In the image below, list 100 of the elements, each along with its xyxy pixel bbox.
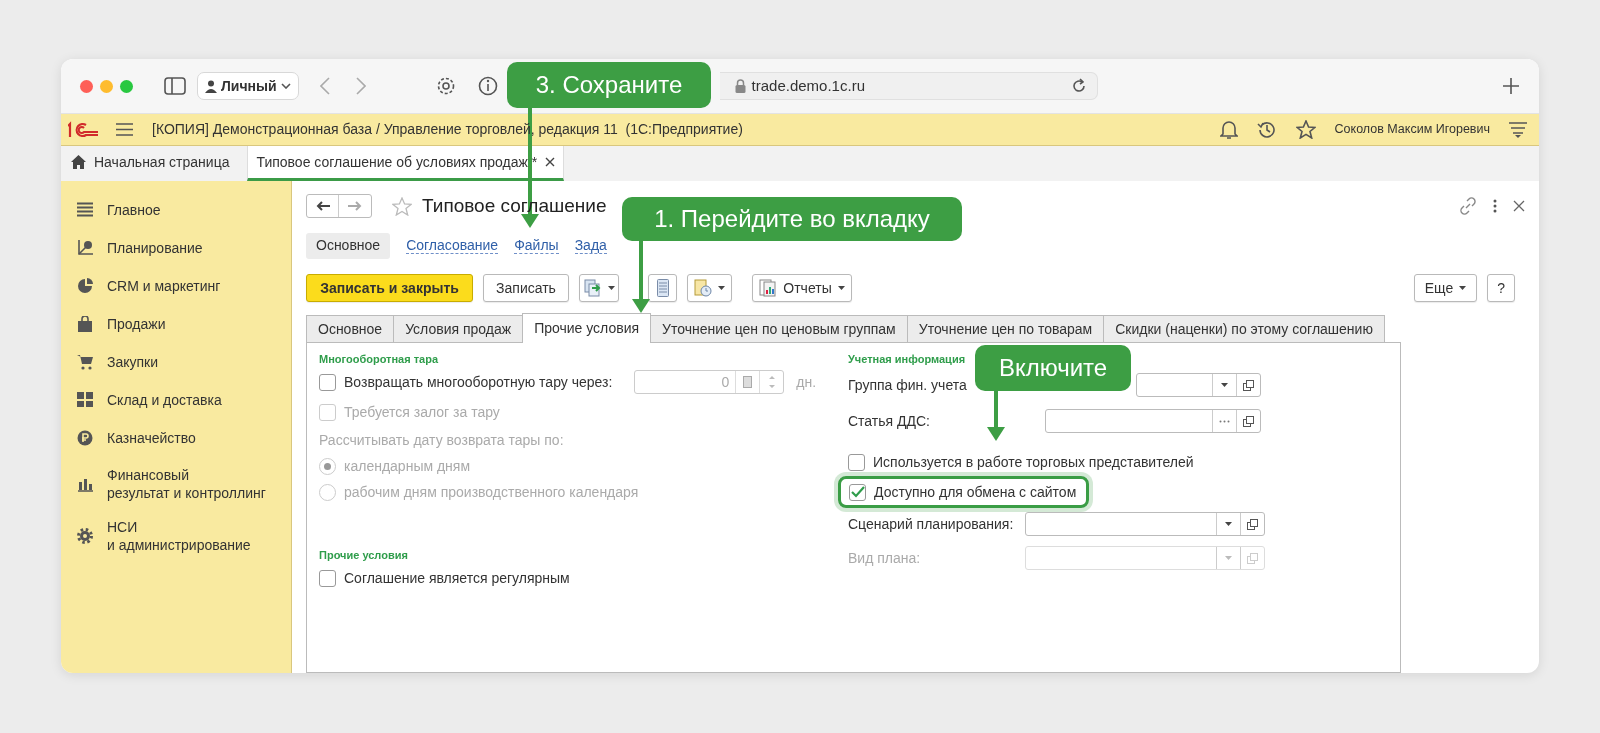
- sidebar-item[interactable]: Финансовый результат и контроллинг: [61, 459, 291, 509]
- form-tab[interactable]: Скидки (наценки) по этому соглашению: [1103, 315, 1385, 342]
- checkbox-label[interactable]: Используется в работе торговых представителей: [873, 451, 1194, 473]
- save-and-close-button[interactable]: Записать и закрыть: [306, 274, 473, 302]
- sidebar-item[interactable]: Закупки: [61, 343, 291, 381]
- settings-icon[interactable]: [435, 76, 456, 96]
- toolbar-button[interactable]: [687, 274, 732, 302]
- caret-icon: [1225, 556, 1232, 560]
- checkbox-label[interactable]: Соглашение является регулярным: [344, 567, 570, 589]
- toolbar-button[interactable]: Отчеты: [752, 274, 852, 302]
- logo-icon: [68, 120, 98, 139]
- report-icon: [759, 279, 778, 297]
- radio-label: рабочим дням производственного календаря: [344, 482, 639, 502]
- address-field[interactable]: trade.demo.1c.ru: [719, 72, 1098, 100]
- arrow-right-icon: [348, 201, 362, 211]
- toolbar-button[interactable]: [648, 274, 677, 302]
- maximize-window-button[interactable]: [120, 79, 133, 93]
- sidebar-item[interactable]: Казначейство: [61, 419, 291, 457]
- toolbar-button[interactable]: Записать: [483, 274, 569, 302]
- list-icon: [77, 202, 93, 218]
- unit-label: дн.: [796, 372, 817, 392]
- open-window-icon: [1247, 552, 1258, 564]
- arrow-left-icon: [315, 201, 330, 211]
- form-tab[interactable]: Прочие условия: [522, 313, 652, 343]
- sidebar-item[interactable]: Склад и доставка: [61, 381, 291, 419]
- section-title: Учетная информация: [848, 352, 967, 367]
- option-label: Рассчитывать дату возврата тары по:: [319, 430, 564, 450]
- checkbox[interactable]: [319, 373, 336, 391]
- list-icon: [656, 279, 669, 297]
- planning-chart-icon: [77, 240, 93, 256]
- coin-icon: [77, 430, 93, 446]
- form-tab[interactable]: Уточнение цен по товарам: [906, 315, 1105, 342]
- sidebar-item[interactable]: Главное: [61, 191, 291, 229]
- toolbar-button[interactable]: Еще: [1413, 274, 1478, 302]
- home-icon: [71, 155, 86, 169]
- info-icon[interactable]: [477, 76, 498, 96]
- link-icon[interactable]: [1459, 197, 1477, 215]
- form-tab[interactable]: Основное: [306, 315, 395, 342]
- profile-button[interactable]: Личный: [197, 72, 299, 100]
- open-window-icon: [1247, 518, 1258, 530]
- sidebar-item[interactable]: НСИ и администрирование: [61, 511, 291, 561]
- field-label: Группа фин. учета: [848, 375, 968, 395]
- open-window-icon: [1243, 415, 1254, 427]
- caret-icon: [1225, 522, 1232, 526]
- section-link[interactable]: Зада: [574, 237, 607, 255]
- checkbox[interactable]: [848, 453, 865, 471]
- sidebar-item[interactable]: Планирование: [61, 229, 291, 267]
- sidebar-icon[interactable]: [164, 77, 186, 95]
- checkbox-label[interactable]: Возвращать многооборотную тару через:: [344, 371, 613, 393]
- close-window-button[interactable]: [80, 79, 93, 93]
- section-link[interactable]: Согласование: [406, 237, 499, 255]
- field-label: Вид плана:: [848, 548, 922, 568]
- section-link[interactable]: Основное: [306, 233, 391, 259]
- panel-menu-icon[interactable]: [1509, 121, 1527, 138]
- checkbox[interactable]: [319, 569, 336, 587]
- callout: 3. Сохраните: [507, 62, 711, 108]
- document-clock-icon: [694, 279, 712, 297]
- select-field[interactable]: [1025, 512, 1265, 536]
- sidebar-item[interactable]: CRM и маркетинг: [61, 267, 291, 305]
- forward-icon[interactable]: [355, 77, 366, 95]
- new-tab-icon[interactable]: [1502, 78, 1519, 94]
- close-icon[interactable]: [545, 157, 556, 167]
- toolbar-button[interactable]: [579, 274, 619, 302]
- checkbox[interactable]: [849, 483, 866, 501]
- history-icon[interactable]: [1256, 119, 1277, 140]
- toolbar-button[interactable]: ?: [1487, 274, 1515, 302]
- pointer-arrow: [632, 241, 650, 313]
- user-name[interactable]: Соколов Максим Игоревич: [1334, 120, 1490, 139]
- number-field: 0: [634, 370, 785, 394]
- form-tab[interactable]: Условия продаж: [393, 315, 524, 342]
- form-tab[interactable]: Уточнение цен по ценовым группам: [650, 315, 908, 342]
- sidebar-item[interactable]: Продажи: [61, 305, 291, 343]
- close-icon[interactable]: [1513, 200, 1525, 212]
- callout: Включите: [975, 345, 1131, 391]
- field-label: Сценарий планирования:: [848, 514, 1015, 534]
- window-tab[interactable]: Начальная страница: [61, 146, 238, 181]
- star-icon[interactable]: [1295, 120, 1316, 139]
- checkbox-label: Требуется залог за тару: [344, 402, 500, 422]
- menu-icon[interactable]: [116, 123, 133, 136]
- pointer-arrow: [987, 391, 1005, 441]
- window-tab[interactable]: Типовое соглашение об условиях продаж *: [247, 146, 565, 181]
- section-title: Прочие условия: [319, 548, 409, 563]
- person-icon: [205, 79, 217, 93]
- caret-icon: [1221, 383, 1228, 387]
- select-field[interactable]: [1136, 373, 1261, 397]
- lock-icon: [734, 79, 746, 93]
- documents-arrow-icon: [583, 279, 602, 297]
- grid-icon: [77, 392, 93, 408]
- bar-chart-icon: [77, 476, 93, 492]
- reload-icon[interactable]: [1070, 78, 1087, 94]
- checkmark-icon: [850, 486, 865, 498]
- open-window-icon: [1243, 379, 1254, 391]
- radio-label: календарным дням: [344, 456, 471, 476]
- back-icon[interactable]: [319, 77, 330, 95]
- bell-icon[interactable]: [1219, 120, 1238, 139]
- more-icon[interactable]: [1493, 199, 1497, 213]
- select-field[interactable]: [1045, 409, 1261, 433]
- section-link[interactable]: Файлы: [514, 237, 559, 255]
- bag-icon: [77, 316, 93, 332]
- favorite-star-icon[interactable]: [392, 196, 412, 216]
